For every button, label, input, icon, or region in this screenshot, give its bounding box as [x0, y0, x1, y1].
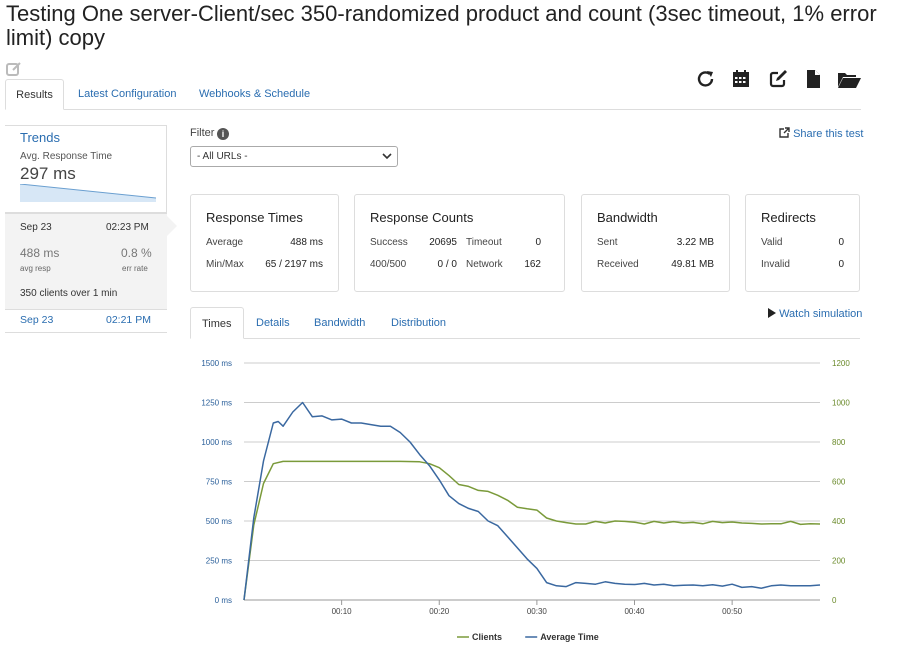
run-date: Sep 23 — [20, 314, 54, 326]
tab-results[interactable]: Results — [5, 79, 64, 110]
http-errors-value: 0 / 0 — [437, 259, 457, 270]
invalid-value: 0 — [838, 259, 844, 270]
chevron-down-icon — [382, 153, 392, 160]
card-title: Response Times — [206, 210, 303, 225]
folder-open-icon[interactable] — [836, 68, 862, 90]
tab-distribution[interactable]: Distribution — [380, 307, 457, 339]
y-right-tick-label: 600 — [832, 478, 846, 487]
average-label: Average — [206, 237, 244, 248]
run-time: 02:21 PM — [106, 314, 151, 326]
series-line-clients — [243, 460, 821, 601]
share-label: Share this test — [793, 128, 864, 140]
sent-label: Sent — [597, 237, 618, 248]
y-right-tick-label: 400 — [832, 517, 846, 526]
legend-label: Clients — [472, 632, 502, 642]
watch-simulation-link[interactable]: Watch simulation — [767, 308, 862, 320]
series-line-average-time — [243, 401, 821, 601]
response-counts-card: Response Counts Success 20695 Timeout 0 … — [354, 194, 565, 292]
response-times-card: Response Times Average 488 ms Min/Max 65… — [190, 194, 339, 292]
run-clients-count: 350 — [20, 288, 37, 299]
invalid-label: Invalid — [761, 259, 790, 270]
run-err-rate: 0.8 % — [121, 246, 152, 260]
page-title: Testing One server-Client/sec 350-random… — [6, 1, 877, 50]
tab-latest-configuration[interactable]: Latest Configuration — [68, 79, 186, 110]
y-left-tick-label: 1500 ms — [201, 359, 232, 368]
x-tick-label: 00:40 — [624, 607, 645, 616]
refresh-icon[interactable] — [695, 68, 717, 90]
legend-label: Average Time — [540, 632, 599, 642]
run-clients-text: clients over — [39, 288, 91, 299]
run-duration: 1 min — [92, 288, 118, 299]
y-left-tick-label: 750 ms — [206, 478, 232, 487]
card-title: Bandwidth — [597, 210, 658, 225]
run-item-selected[interactable]: Sep 23 02:23 PM 488 ms 0.8 % avg resp er… — [5, 213, 177, 310]
y-right-tick-label: 200 — [832, 557, 846, 566]
received-value: 49.81 MB — [671, 259, 714, 270]
timeout-label: Timeout — [466, 237, 502, 248]
trends-label[interactable]: Trends — [20, 130, 60, 145]
y-right-tick-label: 1000 — [832, 399, 850, 408]
run-err-rate-label: err rate — [122, 264, 148, 273]
tab-webhooks-schedule[interactable]: Webhooks & Schedule — [189, 79, 320, 110]
y-left-tick-label: 0 ms — [215, 596, 232, 605]
y-right-tick-label: 1200 — [832, 359, 850, 368]
y-left-tick-label: 1250 ms — [201, 399, 232, 408]
x-tick-label: 00:30 — [527, 607, 548, 616]
x-tick-label: 00:50 — [722, 607, 743, 616]
url-filter-value: - All URLs - — [197, 151, 248, 162]
tab-times[interactable]: Times — [190, 307, 244, 339]
avg-response-value: 297 ms — [20, 164, 76, 183]
success-label: Success — [370, 237, 408, 248]
info-icon[interactable]: i — [217, 128, 229, 140]
minmax-value: 65 / 2197 ms — [265, 259, 323, 270]
document-icon[interactable] — [802, 68, 824, 90]
bandwidth-card: Bandwidth Sent 3.22 MB Received 49.81 MB — [581, 194, 730, 292]
play-icon — [768, 308, 776, 318]
url-filter-select[interactable]: - All URLs - — [190, 146, 398, 167]
run-item[interactable]: Sep 23 02:21 PM — [5, 310, 167, 333]
sidebar: Trends Avg. Response Time 297 ms Sep 23 … — [5, 125, 177, 333]
valid-label: Valid — [761, 237, 783, 248]
share-test-link[interactable]: Share this test — [779, 127, 863, 140]
redirects-card: Redirects Valid 0 Invalid 0 — [745, 194, 860, 292]
run-clients: 350 clients over 1 min — [20, 288, 117, 299]
run-avg-resp-label: avg resp — [20, 264, 51, 273]
edit-title-icon[interactable] — [6, 61, 22, 77]
tab-bandwidth[interactable]: Bandwidth — [303, 307, 376, 339]
response-times-chart: 0 ms 250 ms 500 ms 750 ms 1000 ms 1250 ms 1500… — [201, 359, 850, 642]
http-errors-label: 400/500 — [370, 259, 407, 270]
success-value: 20695 — [429, 237, 457, 248]
calendar-icon[interactable] — [730, 68, 752, 90]
network-label: Network — [466, 259, 503, 270]
avg-response-label: Avg. Response Time — [20, 151, 113, 162]
filter-label: Filter — [190, 127, 215, 139]
y-left-tick-label: 1000 ms — [201, 438, 232, 447]
run-time: 02:23 PM — [106, 222, 149, 233]
trends-panel[interactable]: Trends Avg. Response Time 297 ms — [5, 125, 167, 213]
share-icon — [779, 127, 790, 138]
card-title: Redirects — [761, 210, 816, 225]
chart-tabs: Times Details Bandwidth Distribution — [190, 307, 860, 339]
x-tick-label: 00:20 — [429, 607, 450, 616]
received-label: Received — [597, 259, 639, 270]
tab-details[interactable]: Details — [245, 307, 301, 339]
y-left-tick-label: 250 ms — [206, 557, 232, 566]
y-right-tick-label: 800 — [832, 438, 846, 447]
minmax-label: Min/Max — [206, 259, 244, 270]
y-right-tick-label: 0 — [832, 596, 837, 605]
network-value: 162 — [524, 259, 541, 270]
sent-value: 3.22 MB — [676, 237, 714, 248]
x-tick-label: 00:10 — [332, 607, 353, 616]
run-avg-resp: 488 ms — [20, 246, 60, 260]
watch-label: Watch simulation — [779, 308, 863, 320]
timeout-value: 0 — [535, 237, 541, 248]
average-value: 488 ms — [290, 237, 323, 248]
card-title: Response Counts — [370, 210, 474, 225]
edit-icon[interactable] — [767, 68, 789, 90]
run-date: Sep 23 — [20, 222, 52, 233]
valid-value: 0 — [838, 237, 844, 248]
y-left-tick-label: 500 ms — [206, 517, 232, 526]
trend-sparkline — [20, 184, 156, 202]
